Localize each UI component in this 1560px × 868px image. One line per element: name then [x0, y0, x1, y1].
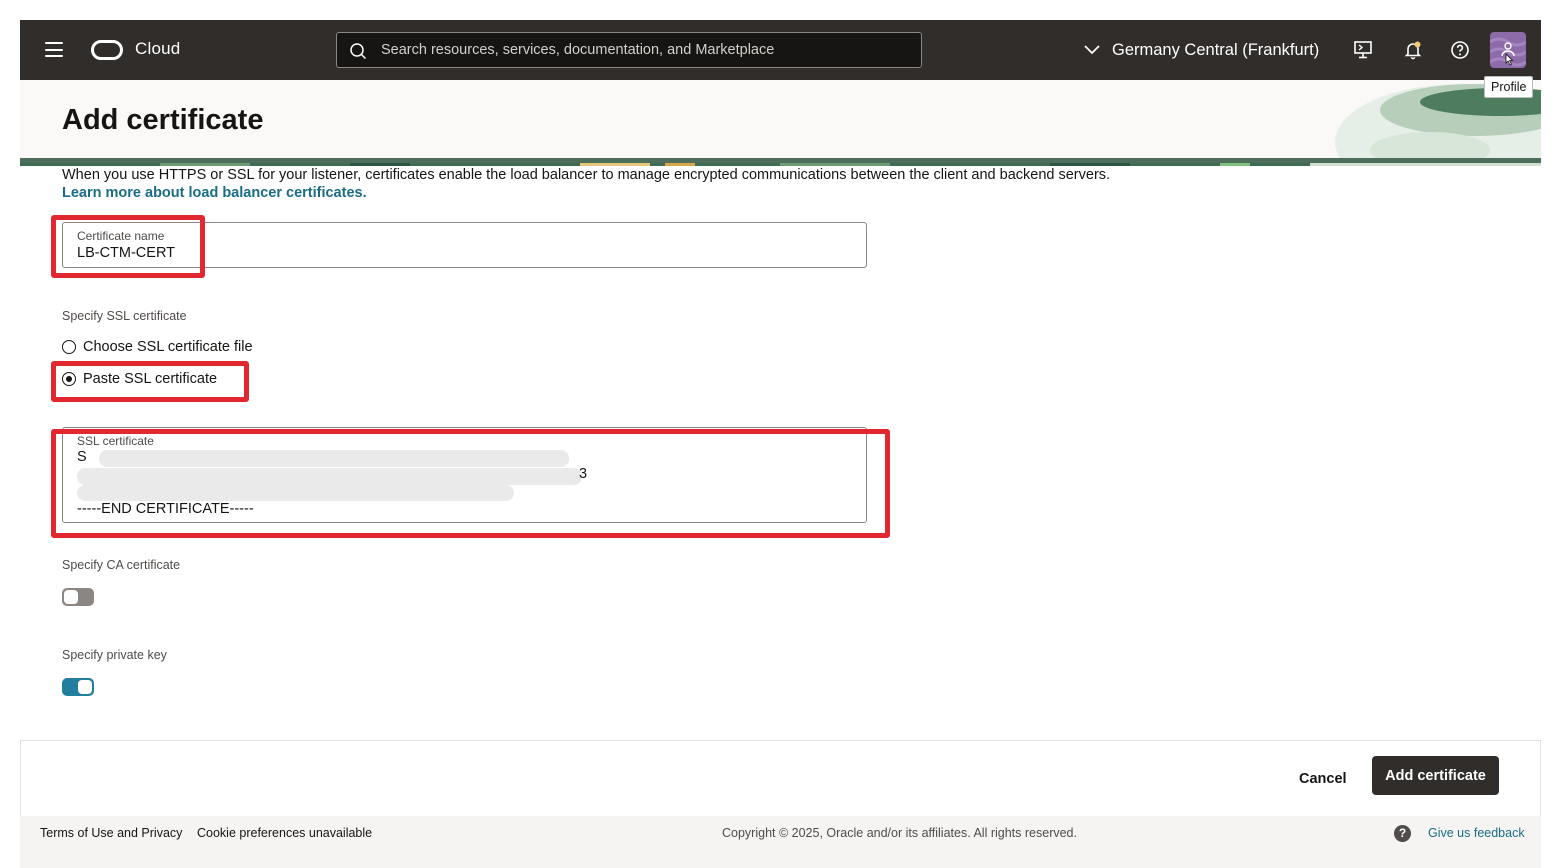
menu-icon[interactable]: [45, 42, 63, 57]
region-selector[interactable]: Germany Central (Frankfurt): [1084, 37, 1319, 63]
region-label: Germany Central (Frankfurt): [1112, 40, 1320, 59]
page-title: Add certificate: [62, 104, 264, 136]
redacted-text: [77, 468, 582, 485]
redacted-text: [99, 450, 569, 467]
certificate-name-value: LB-CTM-CERT: [77, 245, 176, 261]
ca-certificate-toggle[interactable]: [62, 588, 94, 606]
radio-paste-ssl[interactable]: Paste SSL certificate: [62, 369, 217, 389]
header-decoration-strip: [20, 158, 1541, 166]
radio-paste-ssl-label: Paste SSL certificate: [83, 371, 218, 387]
cookie-preferences-link[interactable]: Cookie preferences unavailable: [197, 826, 372, 840]
private-key-toggle[interactable]: [62, 678, 94, 696]
avatar-pattern: [1490, 37, 1526, 67]
certificate-name-field[interactable]: Certificate name LB-CTM-CERT: [62, 222, 867, 268]
cancel-button[interactable]: Cancel: [1289, 766, 1357, 792]
ssl-certificate-last-line: -----END CERTIFICATE-----: [77, 501, 254, 517]
ssl-certificate-label: SSL certificate: [77, 434, 154, 448]
ca-certificate-label: Specify CA certificate: [62, 558, 181, 572]
copyright-text: Copyright © 2025, Oracle and/or its affi…: [722, 826, 1077, 840]
search-placeholder: Search resources, services, documentatio…: [381, 42, 775, 58]
top-navigation-bar: Cloud Search resources, services, docume…: [20, 20, 1541, 80]
bell-icon[interactable]: [1403, 40, 1423, 60]
cloud-shell-icon[interactable]: [1353, 40, 1373, 60]
feedback-link[interactable]: Give us feedback: [1428, 826, 1525, 840]
ssl-certificate-line-2-end: 3: [579, 466, 588, 482]
chevron-down-icon: [1084, 45, 1100, 55]
certificate-name-label: Certificate name: [77, 229, 165, 243]
private-key-label: Specify private key: [62, 648, 167, 662]
learn-more-link[interactable]: Learn more about load balancer certifica…: [62, 185, 367, 201]
redacted-text: [77, 485, 514, 501]
terms-link[interactable]: Terms of Use and Privacy: [40, 826, 182, 840]
profile-avatar[interactable]: [1490, 32, 1526, 68]
add-certificate-button[interactable]: Add certificate: [1372, 756, 1499, 795]
action-bar: Cancel Add certificate: [20, 740, 1541, 816]
help-icon[interactable]: [1450, 40, 1470, 60]
page-description: When you use HTTPS or SSL for your liste…: [62, 167, 1111, 183]
search-input[interactable]: Search resources, services, documentatio…: [336, 32, 922, 68]
brand-label[interactable]: Cloud: [135, 39, 180, 59]
feedback-help-icon[interactable]: ?: [1394, 825, 1411, 842]
radio-unchecked-icon: [62, 340, 76, 354]
page-footer: Terms of Use and Privacy Cookie preferen…: [20, 816, 1541, 868]
ssl-certificate-section-label: Specify SSL certificate: [62, 309, 187, 323]
profile-tooltip: Profile: [1484, 76, 1534, 98]
radio-choose-ssl-file[interactable]: Choose SSL certificate file: [62, 337, 253, 357]
radio-checked-icon: [62, 372, 76, 386]
oracle-logo-icon[interactable]: [91, 40, 123, 60]
console-window: Cloud Search resources, services, docume…: [20, 20, 1541, 868]
ssl-certificate-line-1: S: [77, 449, 87, 465]
ssl-certificate-textarea[interactable]: SSL certificate S 3 -----END CERTIFICATE…: [62, 427, 867, 523]
page-header: Add certificate: [20, 80, 1541, 166]
search-icon: [350, 43, 366, 59]
radio-choose-ssl-file-label: Choose SSL certificate file: [83, 339, 253, 355]
